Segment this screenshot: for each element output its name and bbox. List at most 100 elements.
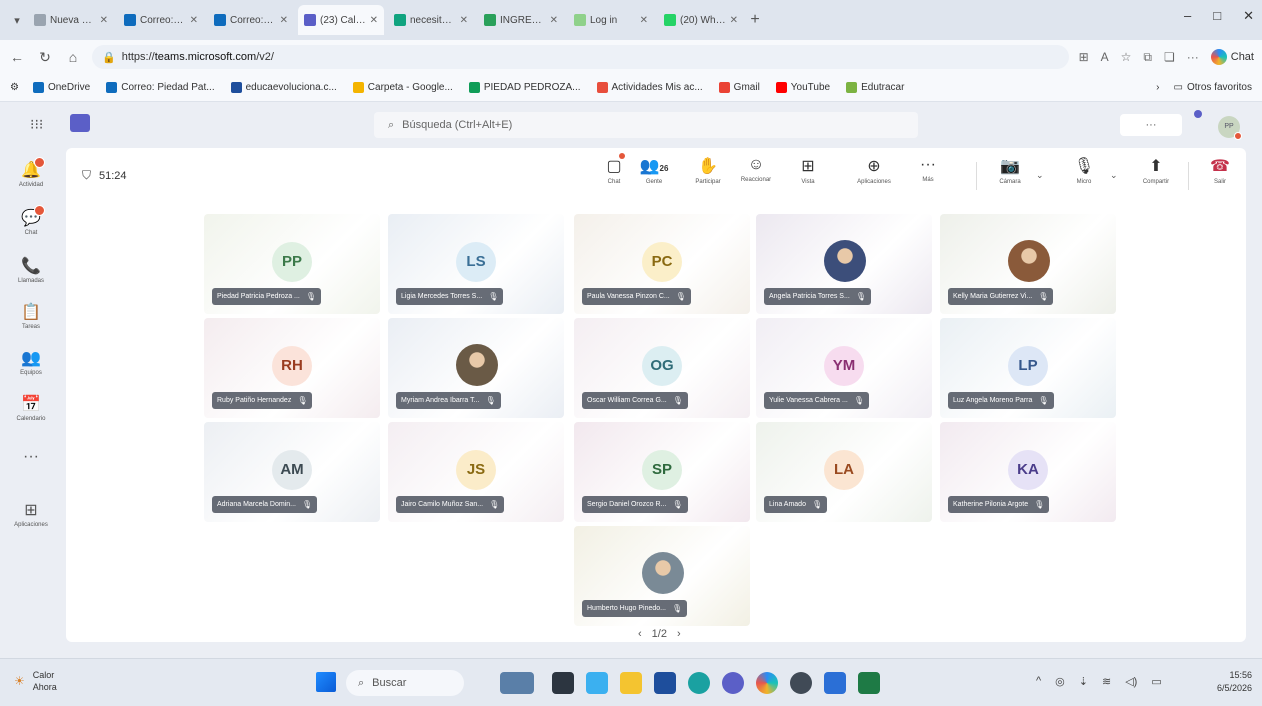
tray-network-status-icon[interactable]: ◎	[1055, 675, 1065, 688]
tab-close-icon[interactable]: ✕	[550, 15, 558, 26]
volume-icon[interactable]: ◁)	[1125, 675, 1137, 688]
favorite-link[interactable]: OneDrive	[32, 82, 90, 93]
participant-tile[interactable]: Kelly Maria Gutierrez Vi... 🎙	[940, 214, 1116, 314]
favorite-link[interactable]: Correo: Piedad Pat...	[106, 82, 215, 93]
taskbar-copilot-icon[interactable]	[756, 672, 778, 694]
browser-tab[interactable]: Correo: Piedad ✕	[208, 5, 294, 35]
tray-usb-icon[interactable]: ⇣	[1079, 675, 1088, 688]
tab-close-icon[interactable]: ✕	[100, 15, 108, 26]
browser-tab[interactable]: INGRESE LOS ✕	[478, 5, 564, 35]
participant-tile[interactable]: OG Oscar William Correa G... 🎙	[574, 318, 750, 418]
camera-button[interactable]: 📷 Cámara	[988, 156, 1032, 185]
app-launcher-icon[interactable]: ⁝⁝⁝	[30, 116, 43, 133]
maximize-button[interactable]: □	[1213, 8, 1221, 24]
rail-item-teams[interactable]: 👥 Equipos	[4, 348, 58, 376]
people-button[interactable]: 👥26 Gente	[632, 156, 676, 185]
tab-close-icon[interactable]: ✕	[460, 15, 468, 26]
extensions-icon[interactable]: ⧉	[1143, 50, 1152, 65]
share-button[interactable]: ⬆ Compartir	[1134, 156, 1178, 185]
participant-tile[interactable]: LS Ligia Mercedes Torres S... 🎙	[388, 214, 564, 314]
browser-tab[interactable]: Correo: Piedad ✕	[118, 5, 204, 35]
participant-tile[interactable]: SP Sergio Daniel Orozco R... 🎙	[574, 422, 750, 522]
taskbar-explorer-icon[interactable]	[620, 672, 642, 694]
favorite-link[interactable]: educaevoluciona.c...	[230, 82, 337, 93]
taskbar-teams-meeting-icon[interactable]	[722, 672, 744, 694]
rail-item-bell[interactable]: 🔔 Actividad	[4, 157, 58, 188]
favorite-link[interactable]: Gmail	[718, 82, 760, 93]
tab-close-icon[interactable]: ✕	[190, 15, 198, 26]
browser-tab[interactable]: necesito que ✕	[388, 5, 474, 35]
taskbar-edge-icon[interactable]	[688, 672, 710, 694]
taskbar-chatgpt-icon[interactable]	[790, 672, 812, 694]
taskbar-search[interactable]: ⌕ Buscar	[346, 670, 464, 696]
view-button[interactable]: ⊞ Vista	[786, 156, 830, 185]
collections-icon[interactable]: ❏	[1164, 50, 1175, 64]
windows-start-icon[interactable]	[316, 672, 336, 692]
new-tab-button[interactable]: +	[744, 11, 766, 29]
favorites-toggle-icon[interactable]: ⚙	[10, 82, 19, 93]
tab-close-icon[interactable]: ✕	[370, 15, 378, 26]
tab-close-icon[interactable]: ✕	[280, 15, 288, 26]
favorite-link[interactable]: YouTube	[775, 82, 830, 93]
participant-tile[interactable]: JS Jairo Camilo Muñoz San... 🎙	[388, 422, 564, 522]
participant-tile[interactable]: KA Katherine Pilonia Argote 🎙	[940, 422, 1116, 522]
favorite-link[interactable]: Actividades Mis ac...	[596, 82, 703, 93]
participant-tile[interactable]: Myriam Andrea Ibarra T... 🎙	[388, 318, 564, 418]
close-window-button[interactable]: ✕	[1243, 8, 1254, 24]
tab-close-icon[interactable]: ✕	[730, 15, 738, 26]
more-actions-button[interactable]: ··· Más	[906, 156, 950, 183]
favorites-overflow-icon[interactable]: ›	[1156, 82, 1159, 93]
apps-button[interactable]: ⊕ Aplicaciones	[852, 156, 896, 185]
read-aloud-icon[interactable]: A	[1101, 50, 1109, 64]
browser-tab[interactable]: (20) WhatsApp ✕	[658, 5, 744, 35]
battery-icon[interactable]: ▭	[1151, 675, 1161, 688]
apps-available-icon[interactable]: ⊞	[1079, 50, 1089, 64]
participant-tile[interactable]: YM Yulie Vanessa Cabrera ... 🎙	[756, 318, 932, 418]
rail-item-clipboard[interactable]: 📋 Tareas	[4, 302, 58, 330]
taskbar-excel-icon[interactable]	[858, 672, 880, 694]
participant-tile[interactable]: AM Adriana Marcela Domin... 🎙	[204, 422, 380, 522]
weather-widget[interactable]: ☀ Calor Ahora	[14, 669, 57, 693]
participant-tile[interactable]: LA Lina Amado 🎙	[756, 422, 932, 522]
taskbar-taskview-icon[interactable]	[552, 672, 574, 694]
rail-item-chat[interactable]: 💬 Chat	[4, 205, 58, 236]
rail-item-phone[interactable]: 📞 Llamadas	[4, 256, 58, 284]
camera-options-chevron-icon[interactable]: ⌄	[1036, 170, 1044, 181]
rail-item-calendar[interactable]: 📅 Calendario	[4, 394, 58, 422]
chat-button[interactable]: ▢ Chat	[592, 153, 636, 185]
more-options-button[interactable]: ···	[1120, 114, 1182, 136]
react-button[interactable]: ☺ Reaccionar	[734, 156, 778, 183]
refresh-button[interactable]: ↻	[36, 49, 54, 66]
mic-button[interactable]: 🎙 Micro	[1062, 156, 1106, 185]
raise-hand-button[interactable]: ✋ Participar	[686, 156, 730, 185]
browser-tab[interactable]: (23) Calen ✕	[298, 5, 384, 35]
participant-tile[interactable]: LP Luz Angela Moreno Parra 🎙	[940, 318, 1116, 418]
participant-tile[interactable]: PC Paula Vanessa Pinzon C... 🎙	[574, 214, 750, 314]
rail-item-apps[interactable]: ⊞ Aplicaciones	[4, 500, 58, 528]
mic-options-chevron-icon[interactable]: ⌄	[1110, 170, 1118, 181]
home-button[interactable]: ⌂	[64, 49, 82, 65]
browser-tab[interactable]: Nueva pestaña ✕	[28, 5, 114, 35]
more-tools-icon[interactable]: ···	[1187, 50, 1199, 64]
taskbar-clock[interactable]: 15:56 6/5/2026	[1206, 669, 1252, 695]
tray-chevron-icon[interactable]: ^	[1036, 675, 1041, 688]
teams-search-input[interactable]: ⌕ Búsqueda (Ctrl+Alt+E)	[374, 112, 918, 138]
participant-tile[interactable]: PP Piedad Patricia Pedroza ... 🎙	[204, 214, 380, 314]
browser-tab[interactable]: Log in ✕	[568, 5, 654, 35]
other-favorites[interactable]: ▭ Otros favoritos	[1174, 82, 1252, 93]
rail-item-more[interactable]: ···	[4, 448, 58, 468]
favorite-link[interactable]: PIEDAD PEDROZA...	[468, 82, 581, 93]
participant-tile[interactable]: Angela Patricia Torres S... 🎙	[756, 214, 932, 314]
tab-close-icon[interactable]: ✕	[640, 15, 648, 26]
participant-tile[interactable]: Humberto Hugo Pinedo... 🎙	[574, 526, 750, 626]
next-page-chevron-icon[interactable]: ›	[677, 628, 681, 640]
tab-actions-menu-button[interactable]: ▾	[6, 9, 28, 31]
favorite-link[interactable]: Carpeta - Google...	[352, 82, 453, 93]
back-button[interactable]: ←	[8, 49, 26, 65]
favorite-link[interactable]: Edutracar	[846, 82, 904, 93]
taskbar-store-icon[interactable]	[654, 672, 676, 694]
copilot-chat-button[interactable]: Chat	[1210, 49, 1254, 65]
prev-page-chevron-icon[interactable]: ‹	[638, 628, 642, 640]
taskbar-teams-icon[interactable]	[586, 672, 608, 694]
favorite-star-icon[interactable]: ☆	[1121, 50, 1132, 64]
